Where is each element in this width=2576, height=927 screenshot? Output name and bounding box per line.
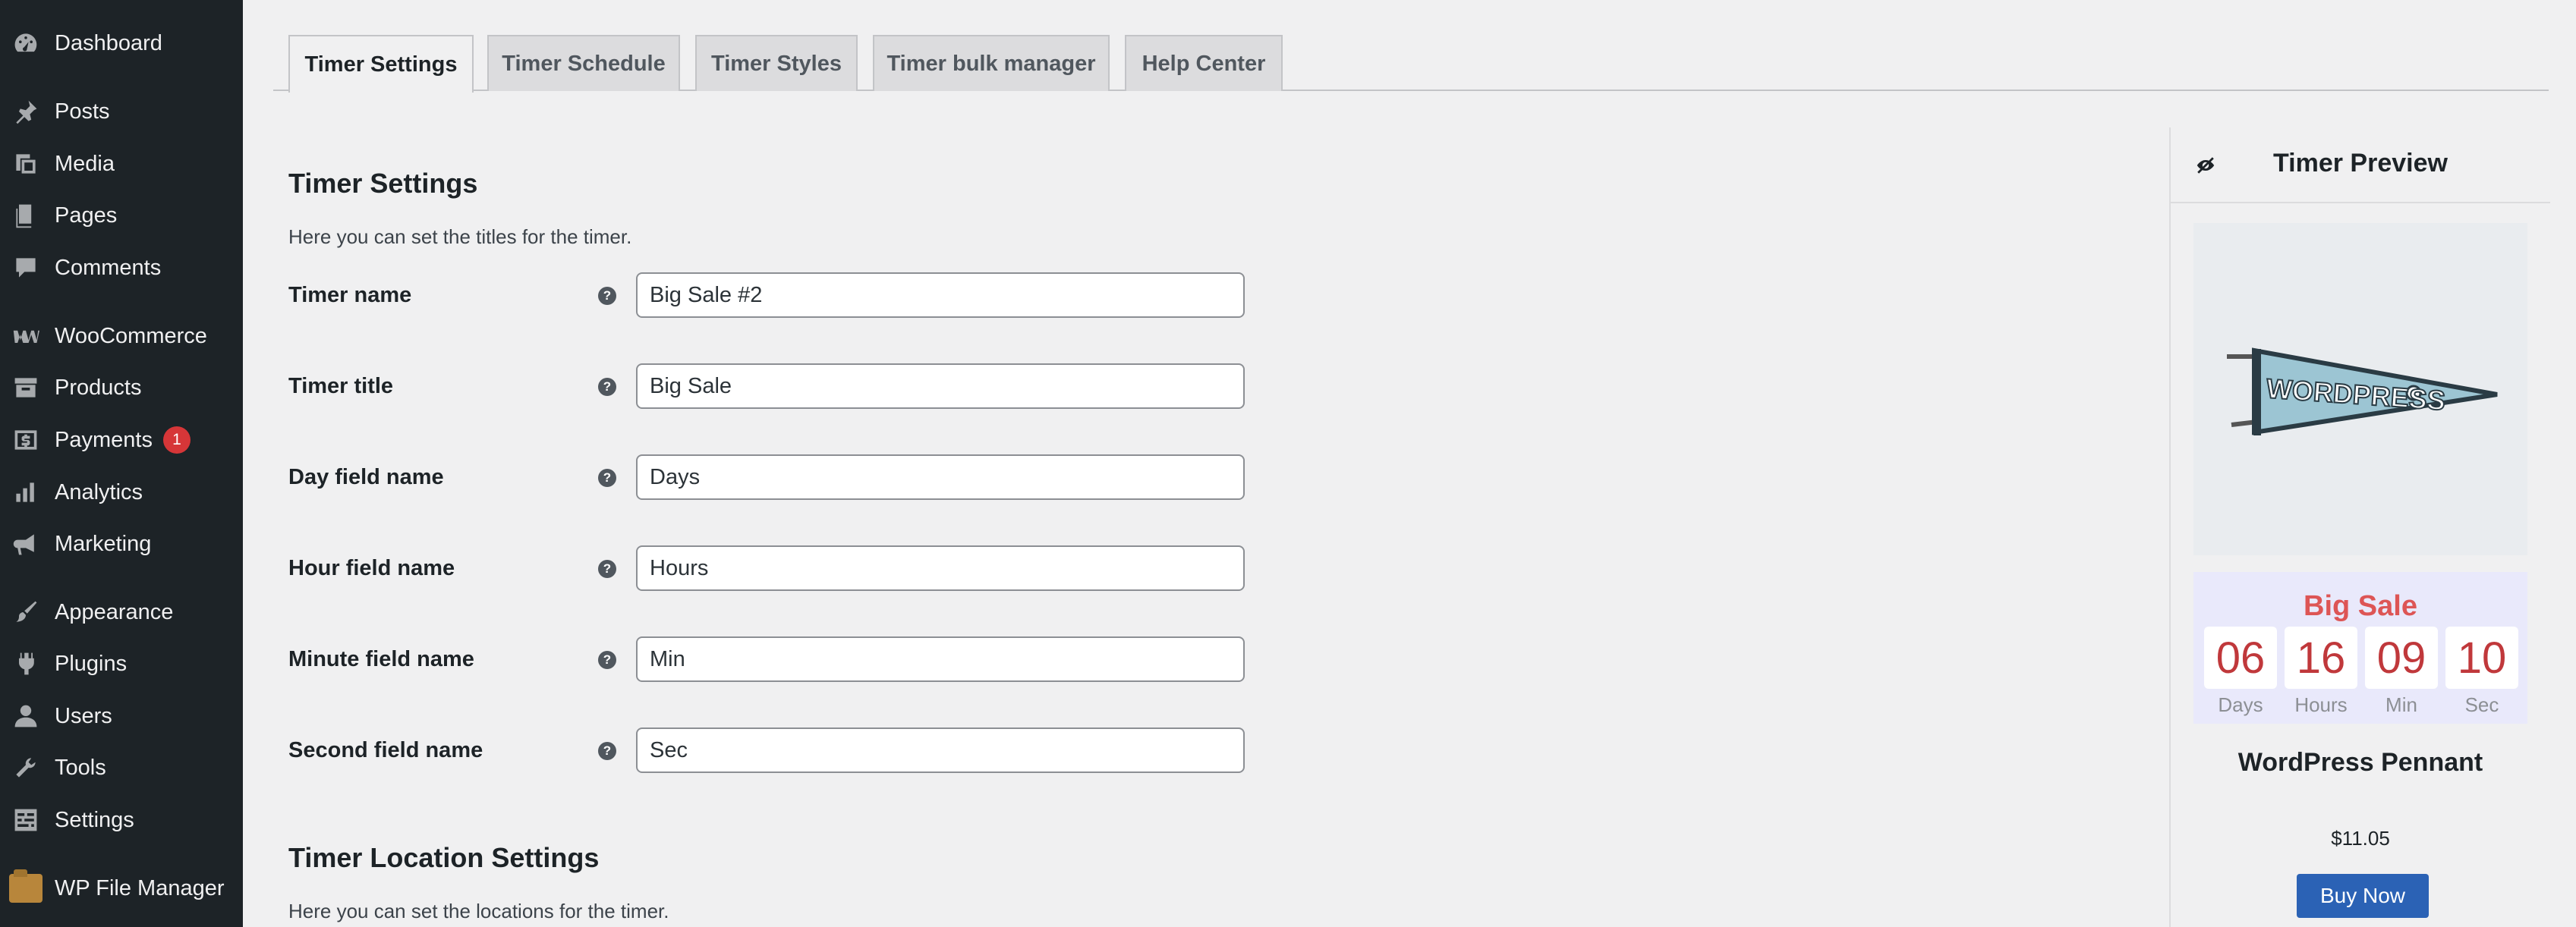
field-label: Minute field name [288,647,474,671]
sidebar-item-users[interactable]: Users [0,692,243,740]
timer-days-label: Days [2218,693,2263,716]
settings-tabs: Timer Settings Timer Schedule Timer Styl… [273,35,2549,93]
timer-seconds-value: 10 [2445,627,2518,689]
settings-icon [11,805,41,835]
timer-minutes-label: Min [2385,693,2417,716]
notification-badge: 1 [162,426,191,454]
sidebar-item-pages[interactable]: Pages [0,191,243,240]
sidebar-item-marketing[interactable]: Marketing [0,520,243,568]
plug-icon [11,649,41,679]
sidebar-item-wp-file-manager[interactable]: WP File Manager [0,864,243,913]
sidebar-item-products[interactable]: Products [0,363,243,412]
day-field-name-input[interactable]: Days [636,454,1245,500]
pennant-image: WORDPRESS [2227,347,2498,435]
pages-icon [11,200,41,231]
folder-icon [9,869,43,903]
timer-minutes-value: 09 [2365,627,2438,689]
section-title-timer-settings: Timer Settings [288,168,478,199]
help-icon[interactable]: ? [598,469,616,487]
sidebar-item-label: Plugins [55,651,128,676]
field-label: Day field name [288,465,444,489]
section-description: Here you can set the titles for the time… [288,225,632,248]
timer-name-input[interactable]: Big Sale #2 [636,272,1245,318]
timer-preview-panel: Timer Preview WORDPRESS Big Sale 06 16 0… [2169,127,2550,927]
field-label: Second field name [288,738,483,762]
sidebar-item-label: Settings [55,807,134,832]
sidebar-item-dashboard[interactable]: Dashboard [0,19,243,68]
timer-hours-label: Hours [2294,693,2348,716]
tab-timer-settings[interactable]: Timer Settings [288,35,474,93]
sidebar-item-label: WP File Manager [55,875,225,900]
sidebar-item-plugins[interactable]: Plugins [0,639,243,688]
dashboard-icon [11,28,41,58]
media-icon [11,149,41,179]
timer-title: Big Sale [2304,590,2417,622]
tab-timer-styles[interactable]: Timer Styles [695,35,858,91]
section-description: Here you can set the locations for the t… [288,900,669,922]
user-icon [11,701,41,731]
timer-days-value: 06 [2204,627,2277,689]
megaphone-icon [11,529,41,559]
sidebar-item-label: Products [55,375,142,400]
sidebar-item-label: Marketing [55,531,152,556]
sidebar-item-label: Dashboard [55,30,162,55]
woo-icon [11,321,41,351]
sidebar-item-label: Posts [55,99,110,124]
tab-timer-schedule[interactable]: Timer Schedule [487,35,680,91]
buy-now-button[interactable]: Buy Now [2297,874,2429,918]
sidebar-item-label: Tools [55,755,106,780]
sidebar-item-label: Users [55,703,112,728]
second-field-name-input[interactable]: Sec [636,727,1245,773]
preview-header: Timer Preview [2171,127,2550,203]
sidebar-item-settings[interactable]: Settings [0,796,243,844]
sidebar-item-payments[interactable]: Payments 1 [0,416,243,464]
sidebar-item-label: Analytics [55,479,143,504]
sidebar-item-label: WooCommerce [55,323,207,348]
sidebar-item-label: Media [55,151,115,176]
sidebar-item-posts[interactable]: Posts [0,87,243,136]
dollar-icon [11,425,41,455]
wrench-icon [11,753,41,783]
sidebar-item-tools[interactable]: Tools [0,743,243,792]
product-name: WordPress Pennant [2237,748,2483,777]
sidebar-item-analytics[interactable]: Analytics [0,468,243,517]
product-image: WORDPRESS [2193,223,2527,555]
timer-title-input[interactable]: Big Sale [636,363,1245,409]
tab-help-center[interactable]: Help Center [1125,35,1283,91]
timer-hours-value: 16 [2285,627,2357,689]
section-title-timer-location: Timer Location Settings [288,842,600,873]
product-price: $11.05 [2331,827,2390,850]
preview-title: Timer Preview [2273,149,2448,178]
help-icon[interactable]: ? [598,742,616,760]
bar-chart-icon [11,477,41,507]
timer-seconds-label: Sec [2464,693,2499,716]
sidebar-item-appearance[interactable]: Appearance [0,588,243,636]
sidebar-item-label: Appearance [55,599,174,624]
countdown-timer: Big Sale 06 16 09 10 Days Hours Min Sec [2193,572,2527,724]
sidebar-item-comments[interactable]: Comments [0,244,243,292]
admin-sidebar: Dashboard Posts Media Pages Comments Woo… [0,0,243,927]
sidebar-item-media[interactable]: Media [0,140,243,188]
sidebar-item-label: Pages [55,203,118,228]
sidebar-item-label: Comments [55,255,162,280]
sidebar-item-label: Payments [55,427,153,452]
field-label: Timer name [288,283,412,307]
archive-icon [11,372,41,403]
help-icon[interactable]: ? [598,651,616,669]
hour-field-name-input[interactable]: Hours [636,545,1245,591]
field-label: Timer title [288,374,394,398]
paintbrush-icon [11,597,41,627]
tab-timer-bulk-manager[interactable]: Timer bulk manager [873,35,1110,91]
help-icon[interactable]: ? [598,287,616,305]
help-icon[interactable]: ? [598,378,616,396]
minute-field-name-input[interactable]: Min [636,636,1245,682]
comment-icon [11,253,41,283]
pushpin-icon [11,96,41,127]
field-label: Hour field name [288,556,455,580]
help-icon[interactable]: ? [598,560,616,578]
sidebar-item-woocommerce[interactable]: WooCommerce [0,312,243,360]
